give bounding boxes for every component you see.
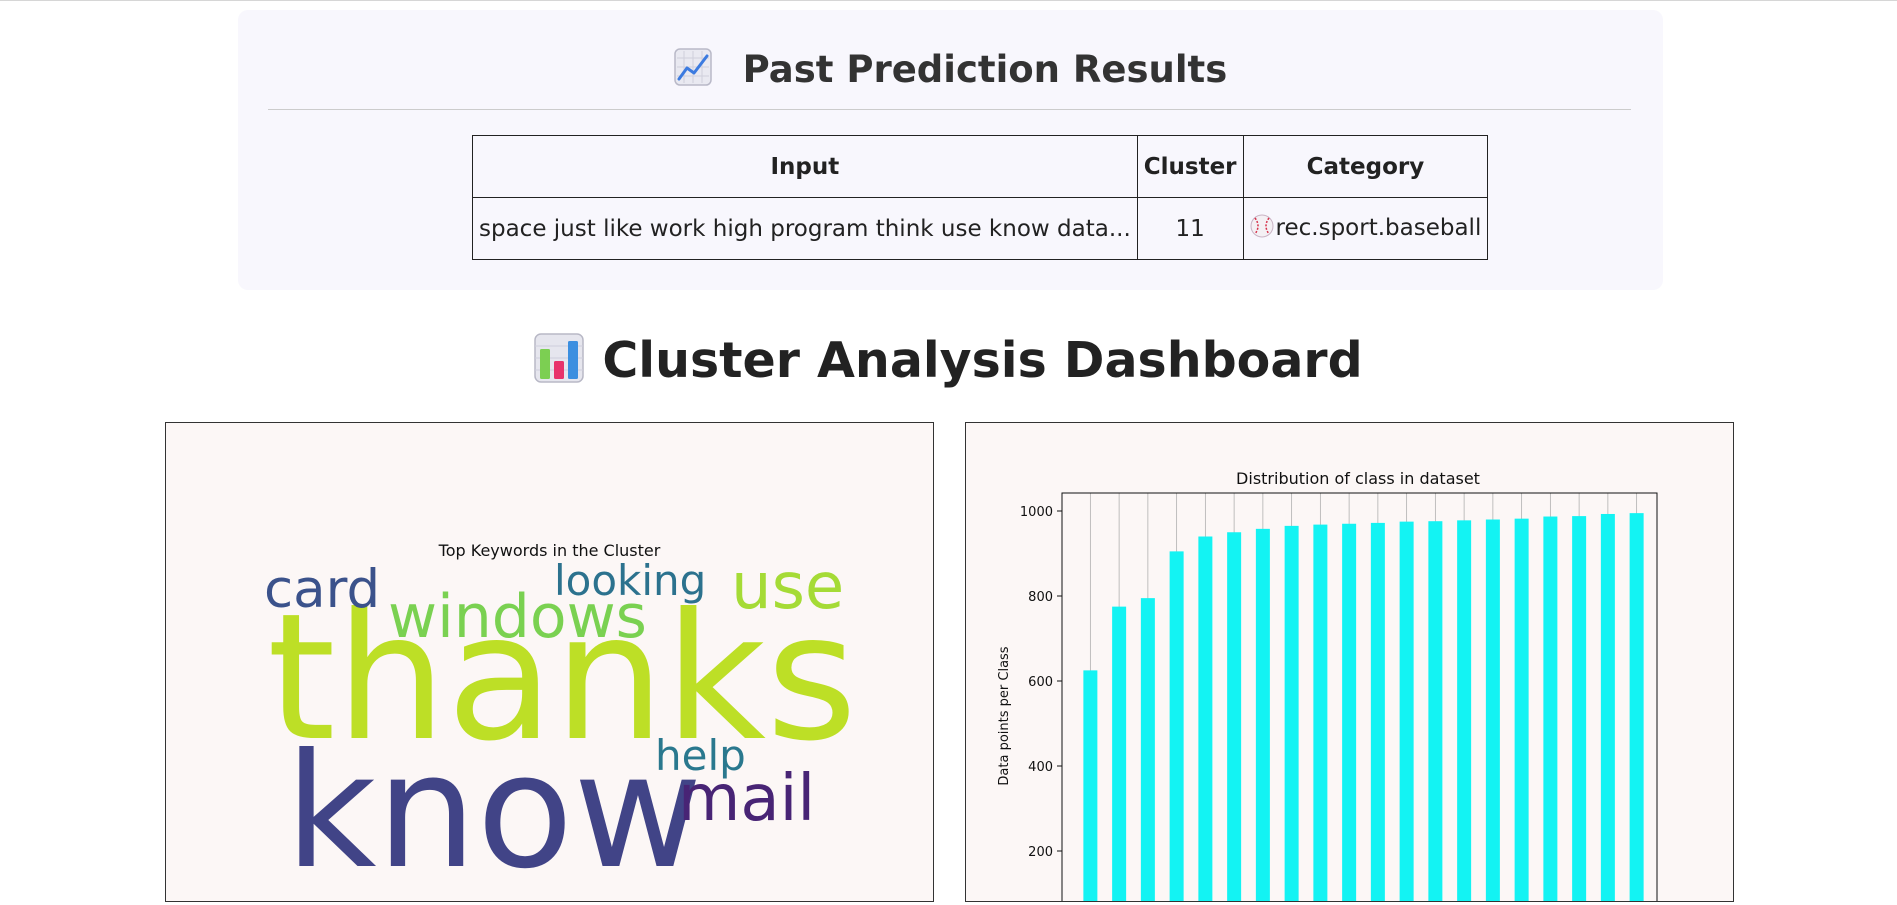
class-distribution-panel: Distribution of class in dataset 200 400 6… [965,422,1734,905]
history-heading: Past Prediction Results [238,48,1663,95]
predictions-table: Input Cluster Category space just like w… [472,135,1489,260]
word-use: use [731,550,845,624]
table-header-row: Input Cluster Category [472,135,1489,198]
baseball-icon [1250,214,1274,244]
top-border [0,0,1897,1]
bar [1600,513,1615,901]
bar [1255,528,1270,901]
history-title: Past Prediction Results [742,48,1228,91]
divider [268,109,1631,110]
bar [1313,524,1328,901]
y-tick-label: 200 [1028,845,1053,860]
y-tick-label: 400 [1028,760,1053,775]
bar [1342,523,1357,901]
bar [1629,513,1644,901]
table-row: space just like work high program think … [472,197,1489,260]
cluster-cell: 11 [1136,197,1244,260]
word-mail: mail [678,762,816,836]
bar-chart-icon [534,332,585,395]
category-cell: rec.sport.baseball [1242,197,1489,260]
prediction-history-card: Past Prediction Results Input Cluster Ca… [238,10,1663,290]
word-know: know [285,720,703,904]
word-card: card [264,559,381,620]
wordcloud-panel: Top Keywords in the Cluster thanks know … [165,422,934,902]
bars [1083,513,1644,901]
bar [1140,598,1155,901]
y-axis-label: Data points per Class [997,646,1012,785]
bar [1112,606,1127,901]
chart-increasing-icon [674,48,712,95]
bar [1284,525,1299,901]
bar [1198,536,1213,901]
y-axis-ticks: 200 400 600 800 1000 [1020,505,1062,860]
dashboard-title: Cluster Analysis Dashboard [602,332,1363,389]
word-looking: looking [554,556,707,605]
bar [1428,521,1443,901]
bar [1485,519,1500,901]
bar [1572,516,1587,901]
bar [1514,518,1529,901]
bar [1543,516,1558,901]
column-header-category: Category [1242,135,1489,198]
y-tick-label: 600 [1028,675,1053,690]
category-label: rec.sport.baseball [1275,214,1482,241]
bar [1370,522,1385,901]
y-tick-label: 1000 [1020,505,1053,520]
dashboard-heading: Cluster Analysis Dashboard [0,332,1897,395]
bar [1457,520,1472,901]
column-header-input: Input [472,135,1138,198]
chart-title: Distribution of class in dataset [1236,469,1480,488]
bar [1169,551,1184,901]
bar [1399,521,1414,901]
y-tick-label: 800 [1028,590,1053,605]
class-distribution-chart: Distribution of class in dataset 200 400 6… [997,469,1658,905]
bar [1083,670,1098,901]
column-header-cluster: Cluster [1136,135,1244,198]
bar [1227,532,1242,901]
input-cell: space just like work high program think … [472,197,1138,260]
